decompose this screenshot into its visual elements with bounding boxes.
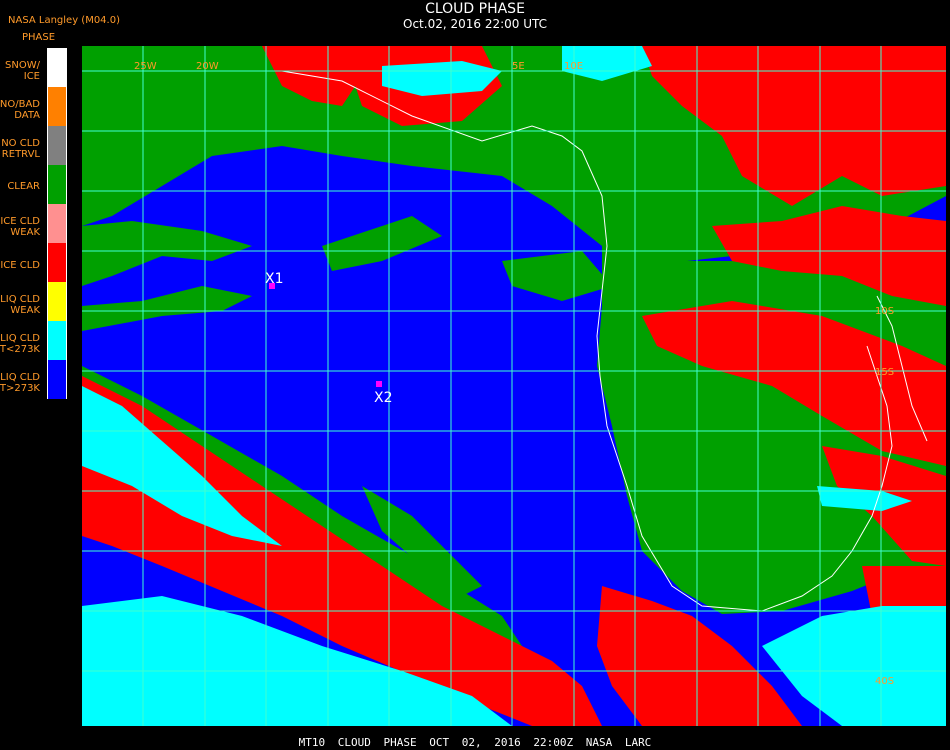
marker-x1-label: X1 xyxy=(265,271,284,287)
cloud-phase-map[interactable]: 25W 20W 5E 10E 10S 15S 40S X1 X2 xyxy=(82,46,946,726)
lon-label: 20W xyxy=(196,61,219,72)
marker-x2[interactable] xyxy=(376,381,382,387)
legend-label: CLEAR xyxy=(7,181,40,192)
legend-label: LIQ CLD T>273K xyxy=(0,372,40,394)
map-timestamp: Oct.02, 2016 22:00 UTC xyxy=(403,17,547,31)
legend-swatch xyxy=(47,165,67,204)
map-title: CLOUD PHASE xyxy=(425,1,525,17)
legend-label: NO/BAD DATA xyxy=(0,99,40,121)
legend-swatch xyxy=(47,126,67,165)
legend-swatch xyxy=(47,87,67,126)
legend-label: ICE CLD xyxy=(0,260,40,271)
lat-label: 15S xyxy=(875,367,894,378)
legend-label: SNOW/ICE xyxy=(5,60,40,82)
legend-label: ICE CLD WEAK xyxy=(0,216,40,238)
phase-legend: SNOW/ICE NO/BAD DATA NO CLD RETRVL CLEAR I… xyxy=(0,48,67,400)
legend-label: NO CLD RETRVL xyxy=(1,138,40,160)
marker-x2-label: X2 xyxy=(374,390,393,406)
legend-swatch xyxy=(47,321,67,360)
legend-swatch xyxy=(47,243,67,282)
lat-label: 10S xyxy=(875,306,894,317)
legend-swatch xyxy=(47,282,67,321)
legend-label: LIQ CLD T<273K xyxy=(0,333,40,355)
lon-label: 5E xyxy=(512,61,525,72)
legend-swatch xyxy=(47,204,67,243)
legend-label: LIQ CLD WEAK xyxy=(0,294,40,316)
lon-label: 10E xyxy=(564,61,583,72)
lon-label: 25W xyxy=(134,61,157,72)
legend-swatch xyxy=(47,48,67,87)
map-footer: MT10 CLOUD PHASE OCT 02, 2016 22:00Z NAS… xyxy=(298,736,652,749)
data-source: NASA Langley (M04.0) xyxy=(8,15,120,26)
legend-title: PHASE xyxy=(22,32,56,43)
lat-label: 40S xyxy=(875,676,894,687)
legend-swatch xyxy=(47,360,67,399)
